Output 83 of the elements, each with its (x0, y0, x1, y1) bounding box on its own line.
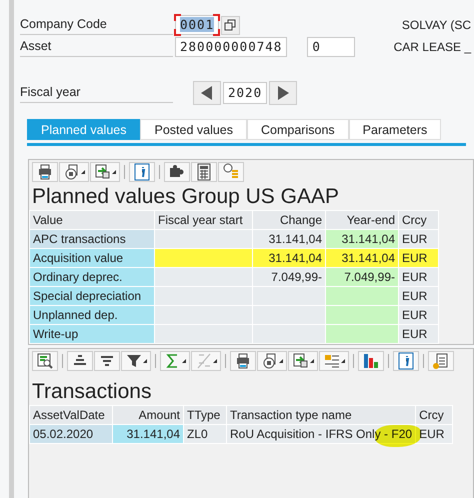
table-cell: 7.049,99- (326, 268, 398, 286)
table-cell: EUR (398, 324, 438, 344)
column-header[interactable]: TType (184, 406, 226, 424)
sort-ascending-button[interactable] (67, 351, 93, 371)
clock-list-icon (222, 163, 240, 181)
table-cell: EUR (398, 268, 438, 286)
table-cell: APC transactions (30, 230, 154, 248)
printer-button[interactable] (32, 162, 58, 182)
table-cell: 31.141,04 (252, 248, 326, 268)
left-arrow-icon (200, 85, 214, 101)
details-icon (36, 352, 54, 370)
column-header[interactable]: Crcy (416, 406, 453, 424)
column-header[interactable]: Amount (112, 406, 184, 424)
table-cell: Unplanned dep. (30, 306, 154, 324)
tab[interactable]: Posted values (140, 119, 248, 140)
table-cell: EUR (398, 230, 438, 248)
export-icon (292, 352, 310, 370)
printer-button[interactable] (230, 351, 256, 371)
table-cell: 05.02.2020 (30, 424, 112, 444)
chart-button[interactable] (358, 351, 384, 371)
table-title: Planned values Group US GAAP (31, 184, 340, 210)
chart-icon (362, 352, 380, 370)
next-button[interactable] (269, 81, 298, 105)
calculator-button[interactable] (191, 162, 217, 182)
export-button[interactable] (90, 162, 120, 182)
field-description: SOLVAY (SC (402, 18, 472, 32)
export-button[interactable] (288, 351, 318, 371)
input-field[interactable]: 0 (307, 37, 356, 57)
table-title: Transactions (31, 379, 152, 405)
sort-descending-button[interactable] (94, 351, 120, 371)
layout-icon (323, 352, 341, 370)
table-cell: Special depreciation (30, 286, 154, 306)
table-cell: ZL0 (184, 424, 226, 444)
printer-icon (36, 163, 54, 181)
filter-button[interactable] (121, 351, 151, 371)
layout-button[interactable] (319, 351, 349, 371)
info-button[interactable] (129, 162, 155, 182)
column-header[interactable]: Fiscal year start (154, 210, 252, 230)
document-stack-button[interactable] (257, 351, 287, 371)
document-icon (432, 352, 450, 370)
column-header[interactable]: Value (30, 210, 154, 230)
right-arrow-icon (276, 85, 290, 101)
puzzle-button[interactable] (164, 162, 190, 182)
info-icon (133, 163, 151, 181)
table-cell: EUR (398, 286, 438, 306)
column-header[interactable]: AssetValDate (30, 406, 112, 424)
sum-button[interactable] (160, 351, 190, 371)
column-header[interactable]: Transaction type name (226, 406, 416, 424)
input-field[interactable]: 0001 (175, 15, 220, 35)
table-cell: EUR (398, 248, 438, 268)
document-stack-button[interactable] (59, 162, 89, 182)
field-label: Company Code (20, 15, 173, 35)
table-cell: 31.141,04 (112, 424, 184, 444)
table-cell: 31.141,04 (252, 230, 326, 248)
field-label: Asset (20, 37, 173, 57)
column-header[interactable]: Crcy (398, 210, 438, 230)
details-button[interactable] (32, 351, 58, 371)
field-label: Fiscal year (20, 83, 173, 103)
document-button[interactable] (428, 351, 454, 371)
export-icon (94, 163, 112, 181)
info-icon (397, 352, 415, 370)
printer-icon (234, 352, 252, 370)
tab[interactable]: Parameters (348, 119, 442, 140)
field-description: CAR LEASE _ (394, 40, 472, 54)
input-field[interactable]: 280000000748 (175, 37, 288, 57)
table-cell: 31.141,04 (326, 248, 398, 268)
value-help-button[interactable] (221, 16, 240, 34)
filter-icon (125, 352, 143, 370)
calculator-icon (195, 163, 213, 181)
table-cell: 31.141,04 (326, 230, 398, 248)
table-cell: Write-up (30, 324, 154, 344)
table-cell: EUR (398, 306, 438, 324)
subtotal-icon (195, 352, 213, 370)
clock-list-button[interactable] (218, 162, 244, 182)
table-cell: 7.049,99- (252, 268, 326, 286)
column-header[interactable]: Change (252, 210, 326, 230)
table-cell: Acquisition value (30, 248, 154, 268)
info-button[interactable] (393, 351, 419, 371)
table-cell: Ordinary deprec. (30, 268, 154, 286)
input-field[interactable]: 2020 (223, 82, 268, 104)
tab[interactable]: Comparisons (247, 119, 349, 140)
column-header[interactable]: Year-end (326, 210, 398, 230)
previous-button[interactable] (193, 81, 221, 105)
